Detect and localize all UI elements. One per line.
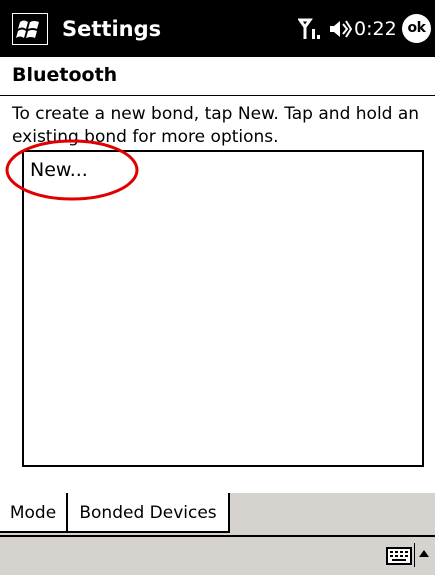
title-bar: Settings 0:22 ok — [0, 0, 435, 57]
sip-divider — [414, 543, 415, 567]
clock[interactable]: 0:22 — [354, 17, 397, 41]
instructions-text: To create a new bond, tap New. Tap and h… — [12, 104, 420, 147]
input-panel-arrow-icon[interactable] — [418, 548, 430, 558]
list-item-new-bond[interactable]: New... — [30, 158, 88, 182]
ok-button[interactable]: ok — [402, 14, 431, 43]
app-title: Settings — [62, 17, 162, 41]
tab-bonded-devices[interactable]: Bonded Devices — [68, 493, 230, 533]
bonded-devices-list[interactable]: New... — [22, 150, 424, 467]
windows-start-icon[interactable] — [12, 13, 48, 45]
tab-mode[interactable]: Mode — [0, 493, 68, 533]
keyboard-icon[interactable] — [386, 546, 412, 566]
speaker-volume-icon[interactable] — [328, 18, 352, 40]
title-divider — [0, 95, 435, 96]
page-title: Bluetooth — [12, 64, 118, 86]
signal-antenna-icon[interactable] — [298, 17, 324, 41]
command-bar — [0, 535, 435, 575]
